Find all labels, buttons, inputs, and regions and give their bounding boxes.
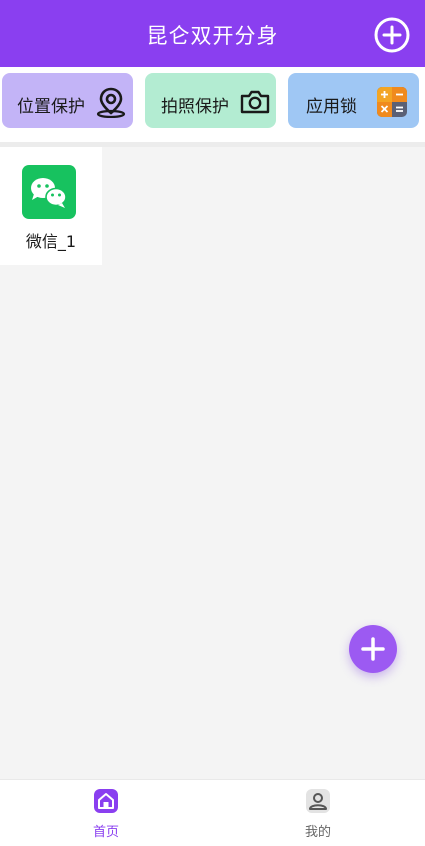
tab-mine[interactable]: 我的 <box>212 780 424 846</box>
app-tile-wechat[interactable]: 微信_1 <box>0 147 102 265</box>
add-app-button[interactable] <box>349 625 397 673</box>
location-pin-icon <box>95 86 127 119</box>
tab-label: 我的 <box>304 825 331 840</box>
profile-icon <box>305 788 331 814</box>
feature-label: 位置保护 <box>17 97 85 117</box>
tab-home[interactable]: 首页 <box>0 780 212 846</box>
calculator-icon <box>376 86 408 118</box>
plus-circle-icon[interactable] <box>374 17 410 53</box>
app-label: 微信_1 <box>25 232 77 251</box>
location-protection-button[interactable]: 位置保护 <box>2 73 133 128</box>
feature-row: 位置保护 拍照保护 应用锁 <box>0 67 425 142</box>
feature-label: 拍照保护 <box>161 97 229 117</box>
photo-protection-button[interactable]: 拍照保护 <box>145 73 276 128</box>
home-icon <box>93 788 119 814</box>
wechat-icon <box>22 165 76 219</box>
plus-icon <box>361 637 385 661</box>
tab-label: 首页 <box>92 825 119 840</box>
bottom-tab-bar: 首页 我的 <box>0 779 425 846</box>
app-lock-button[interactable]: 应用锁 <box>288 73 419 128</box>
page-title: 昆仑双开分身 <box>146 24 279 48</box>
top-bar: 昆仑双开分身 <box>0 0 425 67</box>
camera-icon <box>239 86 271 118</box>
feature-label: 应用锁 <box>306 97 357 117</box>
